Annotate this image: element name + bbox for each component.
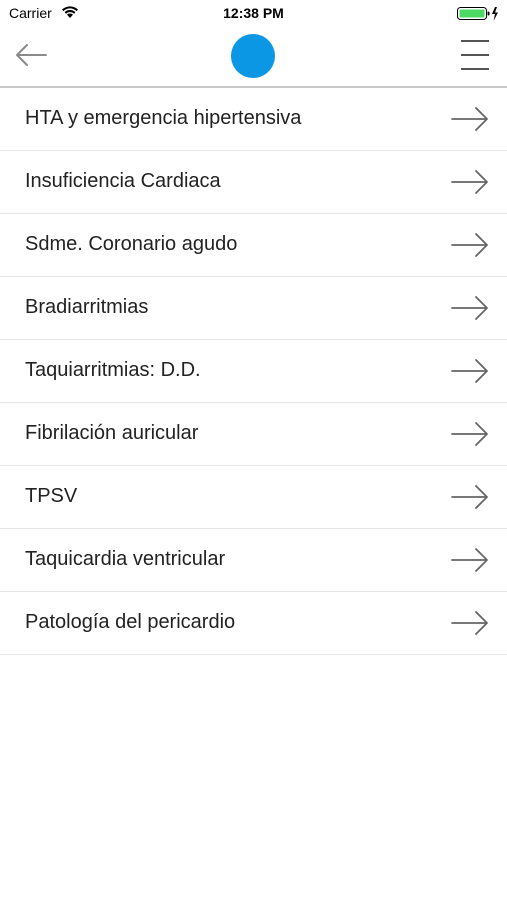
navigation-bar [0, 28, 507, 88]
list-item-label: TPSV [25, 485, 78, 507]
arrow-left-icon [16, 44, 47, 66]
arrow-right-icon [451, 233, 488, 257]
list-item-label: Patología del pericardio [25, 611, 236, 633]
arrow-right-icon [451, 296, 488, 320]
app-logo [231, 34, 275, 78]
list-item[interactable]: Fibrilación auricular [0, 403, 507, 466]
arrow-right-icon [451, 548, 488, 572]
list-item-label: Insuficiencia Cardiaca [25, 170, 221, 192]
list-item[interactable]: TPSV [0, 466, 507, 529]
arrow-right-icon [451, 422, 488, 446]
list-item-label: Taquicardia ventricular [25, 548, 226, 570]
menu-button[interactable] [459, 38, 491, 72]
status-bar: Carrier 12:38 PM [0, 0, 507, 28]
arrow-right-icon [451, 611, 488, 635]
topic-list: HTA y emergencia hipertensiva Insuficien… [0, 88, 507, 655]
list-item[interactable]: Sdme. Coronario agudo [0, 214, 507, 277]
arrow-right-icon [451, 107, 488, 131]
list-item[interactable]: Taquicardia ventricular [0, 529, 507, 592]
list-item[interactable]: Patología del pericardio [0, 592, 507, 655]
list-item[interactable]: HTA y emergencia hipertensiva [0, 88, 507, 151]
list-item-label: Taquiarritmias: D.D. [25, 359, 201, 381]
arrow-right-icon [451, 170, 488, 194]
list-item[interactable]: Taquiarritmias: D.D. [0, 340, 507, 403]
arrow-right-icon [451, 485, 488, 509]
list-item[interactable]: Bradiarritmias [0, 277, 507, 340]
list-item-label: Fibrilación auricular [25, 422, 199, 444]
list-item-label: Bradiarritmias [25, 296, 149, 318]
list-item-label: HTA y emergencia hipertensiva [25, 107, 302, 129]
list-item[interactable]: Insuficiencia Cardiaca [0, 151, 507, 214]
hamburger-menu-icon [461, 40, 489, 70]
back-button[interactable] [14, 40, 48, 70]
arrow-right-icon [451, 359, 488, 383]
list-item-label: Sdme. Coronario agudo [25, 233, 238, 255]
status-time: 12:38 PM [223, 5, 284, 21]
battery-charging-icon [457, 6, 501, 27]
